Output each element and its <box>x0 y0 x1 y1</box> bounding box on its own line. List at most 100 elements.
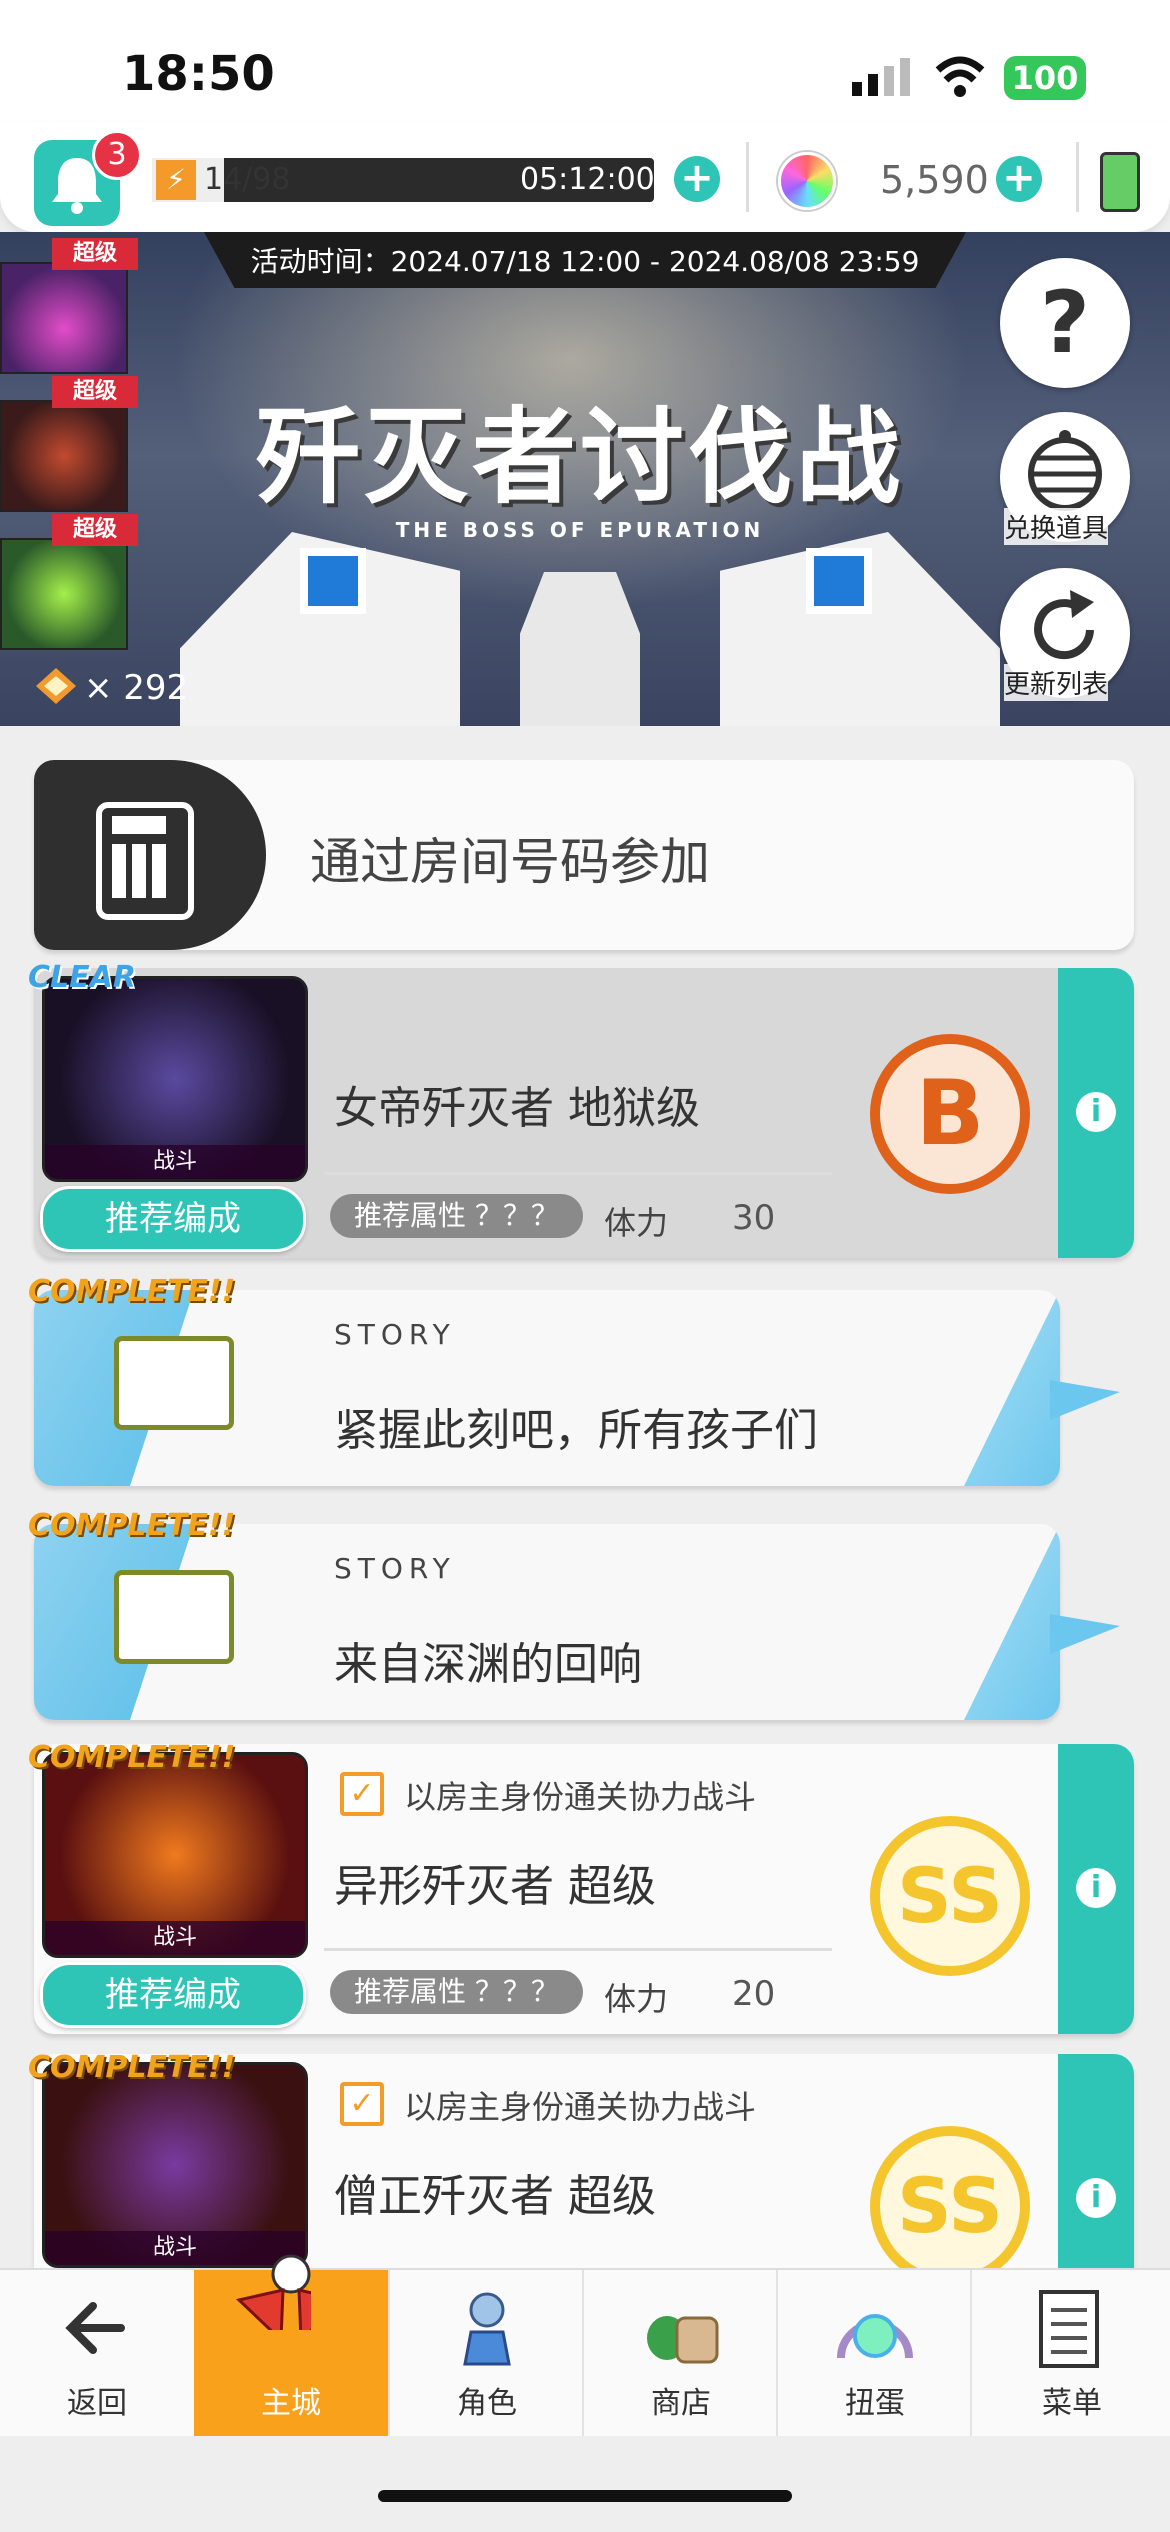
info-icon: i <box>1076 2178 1116 2218</box>
quest-thumbnail: 战斗 <box>42 2062 308 2268</box>
event-time: 活动时间：2024.07/18 12:00 - 2024.08/08 23:59 <box>250 245 920 278</box>
recommend-team-button[interactable]: 推荐编成 <box>40 1962 306 2028</box>
divider <box>324 1948 832 1951</box>
arrow-left-icon <box>65 2302 125 2354</box>
info-icon: i <box>1076 1092 1116 1132</box>
rank-badge: SS <box>870 2126 1030 2286</box>
boss-art-center <box>520 572 640 726</box>
story-card[interactable]: STORY 紧握此刻吧，所有孩子们 <box>34 1290 1060 1486</box>
wifi-icon <box>935 56 985 97</box>
nav-main-label: 主城 <box>261 2386 321 2421</box>
exchange-label: 兑换道具 <box>1004 508 1109 545</box>
character-icon <box>463 2292 511 2366</box>
nav-menu-label: 菜单 <box>1042 2386 1102 2421</box>
quest-name: 异形歼灭者 超级 <box>334 1861 656 1912</box>
shop-bag-icon <box>647 2316 719 2364</box>
nav-gacha-label: 扭蛋 <box>845 2386 905 2421</box>
story-tail <box>1050 1380 1120 1420</box>
nav-back[interactable]: 返回 <box>0 2270 194 2436</box>
battery-indicator: 100 <box>1004 56 1086 100</box>
thumbnail-caption: 战斗 <box>45 1145 305 1179</box>
refresh-label: 更新列表 <box>1004 664 1109 701</box>
boss-eye-left <box>300 548 366 614</box>
recommended-attribute: 推荐属性 ？？？ <box>330 1194 583 1238</box>
gacha-orb-icon <box>837 2314 913 2359</box>
story-title: 紧握此刻吧，所有孩子们 <box>334 1405 818 1456</box>
complete-badge: COMPLETE!! <box>28 1740 236 1775</box>
gem-count: 5,590 <box>880 158 989 202</box>
complete-badge: COMPLETE!! <box>28 1274 236 1309</box>
status-bar: 18:50 100 <box>0 0 1170 130</box>
add-gem-button[interactable]: + <box>996 156 1042 202</box>
complete-badge: COMPLETE!! <box>28 2050 236 2085</box>
complete-badge: COMPLETE!! <box>28 1508 236 1543</box>
join-room-button[interactable]: 通过房间号码参加 <box>34 760 1134 950</box>
help-button[interactable]: ? <box>1000 258 1130 388</box>
add-stamina-button[interactable]: + <box>674 156 720 202</box>
nav-character-label: 角色 <box>457 2386 517 2421</box>
home-indicator[interactable] <box>378 2490 792 2502</box>
info-icon: i <box>1076 1868 1116 1908</box>
recommended-attribute: 推荐属性 ？？？ <box>330 1970 583 2014</box>
quest-name: 僧正歼灭者 超级 <box>334 2171 656 2222</box>
stamina-value: 14/98 <box>204 162 291 197</box>
resource-bar: 3 ⚡ 14/98 05:12:00 + 5,590 + <box>0 122 1170 232</box>
event-title: 歼灭者讨伐战 <box>255 396 904 518</box>
boss-eye-right <box>806 548 872 614</box>
event-banner: 活动时间：2024.07/18 12:00 - 2024.08/08 23:59… <box>0 232 1170 726</box>
join-room-label: 通过房间号码参加 <box>310 833 710 891</box>
nav-shop[interactable]: 商店 <box>582 2270 778 2436</box>
quest-thumbnail: 战斗 <box>42 976 308 1182</box>
story-type-label: STORY <box>334 1318 456 1351</box>
medal-icon <box>36 668 76 704</box>
difficulty-tag: 超级 <box>52 514 138 546</box>
story-card[interactable]: STORY 来自深渊的回响 <box>34 1524 1060 1720</box>
nav-back-label: 返回 <box>67 2386 127 2421</box>
quest-condition: 以房主身份通关协力战斗 <box>404 1778 757 1816</box>
stamina-cost: 30 <box>732 1198 776 1238</box>
divider <box>1076 142 1079 212</box>
quest-card[interactable]: 战斗 推荐编成 ✓ 以房主身份通关协力战斗 异形歼灭者 超级 推荐属性 ？？？ … <box>34 1744 1134 2034</box>
nav-menu[interactable]: 菜单 <box>970 2270 1170 2436</box>
calculator-icon <box>96 802 194 920</box>
story-decor <box>964 1524 1060 1720</box>
nav-character[interactable]: 角色 <box>388 2270 584 2436</box>
medal-count: × 292 <box>84 668 189 708</box>
quest-thumbnail: 战斗 <box>42 1752 308 1958</box>
cellular-signal-icon <box>852 58 910 96</box>
lightning-icon: ⚡ <box>156 160 196 200</box>
device-battery-icon <box>1100 152 1140 212</box>
clear-badge: CLEAR <box>28 960 136 995</box>
quest-info-button[interactable]: i <box>1058 968 1134 1258</box>
menu-list-icon <box>1039 2290 1099 2368</box>
checkbox-checked: ✓ <box>340 2082 384 2126</box>
nav-main-city[interactable]: 主城 <box>194 2254 388 2436</box>
boss-thumbnail[interactable] <box>0 538 128 650</box>
quest-card[interactable]: 战斗 推荐编成 女帝歼灭者 地狱级 推荐属性 ？？？ 体力 30 B i <box>34 968 1134 1258</box>
boss-thumbnail[interactable] <box>0 400 128 512</box>
quest-name: 女帝歼灭者 地狱级 <box>334 1083 700 1134</box>
boss-thumbnail[interactable] <box>0 262 128 374</box>
clock: 18:50 <box>122 46 275 102</box>
nav-shop-label: 商店 <box>651 2386 711 2421</box>
bottom-nav: 返回 主城 角色 商店 扭蛋 菜单 <box>0 2254 1170 2436</box>
story-type-label: STORY <box>334 1552 456 1585</box>
divider <box>746 142 749 212</box>
nav-gacha[interactable]: 扭蛋 <box>776 2270 972 2436</box>
checkbox-checked: ✓ <box>340 1772 384 1816</box>
rank-badge: B <box>870 1034 1030 1194</box>
recommend-team-button[interactable]: 推荐编成 <box>40 1186 306 1252</box>
wings-icon <box>235 2254 311 2330</box>
book-icon <box>114 1336 234 1430</box>
difficulty-tag: 超级 <box>52 376 138 408</box>
stamina-cost: 20 <box>732 1974 776 2014</box>
divider <box>324 1172 832 1175</box>
stamina-label: 体力 <box>604 1204 669 1242</box>
quest-condition: 以房主身份通关协力战斗 <box>404 2088 757 2126</box>
quest-info-button[interactable]: i <box>1058 1744 1134 2034</box>
story-title: 来自深渊的回响 <box>334 1639 642 1690</box>
rank-badge: SS <box>870 1816 1030 1976</box>
difficulty-tag: 超级 <box>52 238 138 270</box>
notification-badge: 3 <box>92 130 142 180</box>
thumbnail-caption: 战斗 <box>45 1921 305 1955</box>
